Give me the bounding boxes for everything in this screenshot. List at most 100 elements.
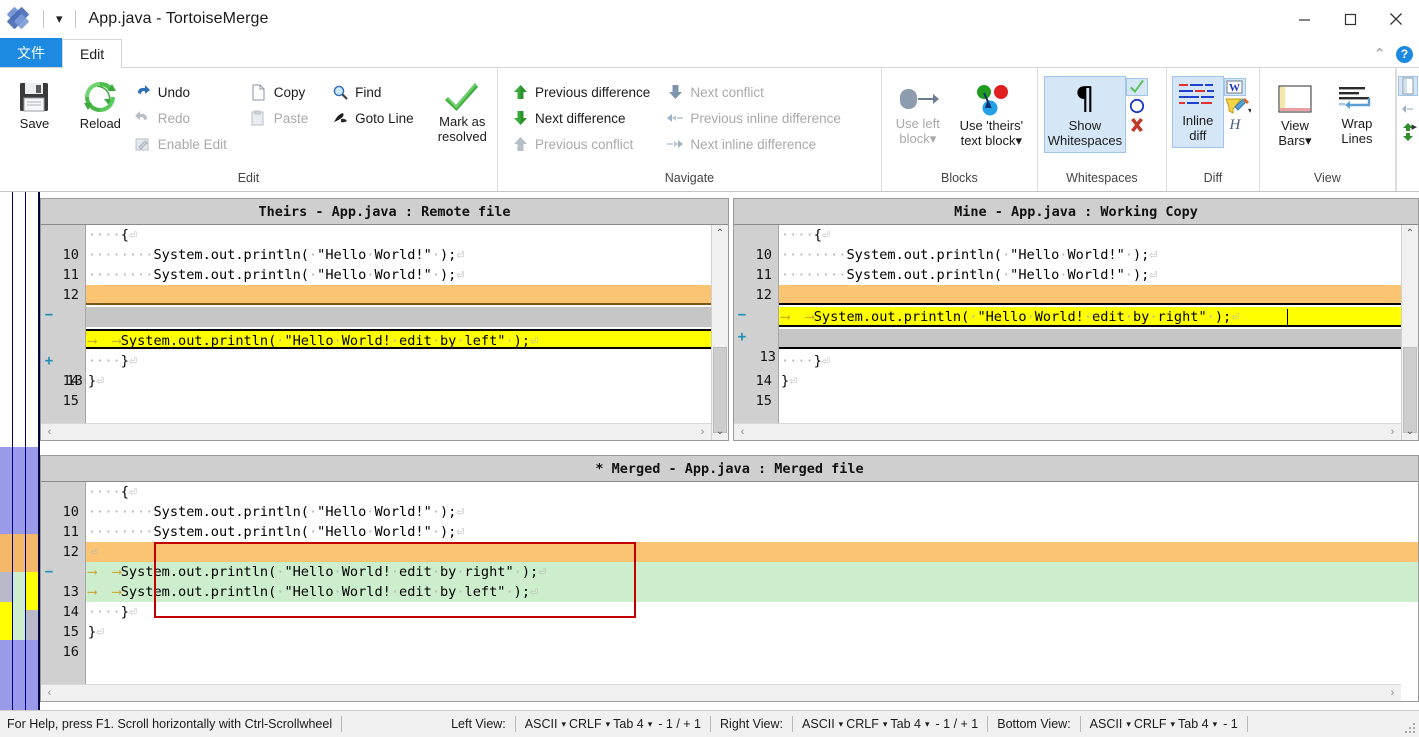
code-line-removed[interactable]: −	[45, 285, 728, 323]
pane-mine-code[interactable]: 10 ····{⏎ 11 ········System.out.println(…	[738, 225, 1418, 440]
vscroll-thumb[interactable]	[713, 347, 727, 433]
left-view-encoding-caret-icon[interactable]: ▾	[561, 719, 566, 730]
scroll-right-icon[interactable]: ›	[1384, 687, 1401, 699]
quick-access-toolbar-caret-icon[interactable]: ▾	[53, 11, 66, 27]
right-view-eol-caret-icon[interactable]: ▾	[883, 719, 888, 730]
save-button[interactable]: Save	[8, 74, 61, 132]
mark-as-resolved-button[interactable]: Mark as resolved	[432, 74, 494, 144]
use-left-block-caret-icon[interactable]: ▾	[930, 131, 937, 146]
enable-edit-button[interactable]: Enable Edit	[129, 131, 232, 157]
code-line[interactable]: 15 }⏎	[63, 371, 728, 409]
pane-mine-vscrollbar[interactable]: ⌃ ⌄	[1401, 225, 1418, 440]
word-diff-icon[interactable]: W	[1223, 78, 1246, 96]
bottom-view-tab[interactable]: Tab 4	[1178, 717, 1209, 731]
code-line[interactable]: 12 ········System.out.println(·"Hello·Wo…	[63, 265, 728, 303]
scroll-left-icon[interactable]: ‹	[734, 426, 751, 438]
code-line-removed[interactable]: − ⏎	[45, 542, 1418, 580]
resize-grip-icon[interactable]	[1403, 721, 1417, 735]
locator-bar-merged[interactable]	[26, 192, 39, 710]
pane-theirs-code[interactable]: 10 ····{⏎ 11 ········System.out.println(…	[45, 225, 728, 440]
pane-theirs-vscrollbar[interactable]: ⌃ ⌄	[711, 225, 728, 440]
code-line[interactable]: 10 ····{⏎	[63, 482, 1418, 520]
code-line-added[interactable]: + 13 ⟶ ⟶System.out.println(·"Hello·World…	[738, 307, 1418, 365]
pane-merged-code[interactable]: 10 ····{⏎ 11 ········System.out.println(…	[45, 482, 1418, 701]
use-left-block-button[interactable]: Use left block▾	[886, 78, 950, 146]
left-view-tab-caret-icon[interactable]: ▾	[648, 719, 653, 730]
code-line[interactable]: 11 ········System.out.println(·"Hello·Wo…	[756, 245, 1418, 283]
code-line[interactable]: 14 ····}⏎	[756, 351, 1418, 389]
green-check-icon[interactable]	[1125, 78, 1148, 96]
close-button[interactable]	[1373, 0, 1419, 38]
collapse-ribbon-icon[interactable]: ⌃	[1373, 45, 1386, 63]
find-button[interactable]: Find	[326, 79, 419, 105]
code-line[interactable]: 10 ····{⏎	[63, 225, 728, 263]
redo-button[interactable]: Redo	[129, 105, 232, 131]
pane-mine-hscrollbar[interactable]: ‹ ›	[734, 423, 1401, 440]
next-conflict-button[interactable]: Next conflict	[661, 79, 846, 105]
code-line-removed[interactable]: −	[738, 285, 1418, 323]
right-view-eol[interactable]: CRLF	[846, 717, 879, 731]
minimize-button[interactable]	[1281, 0, 1327, 38]
code-line[interactable]: 12 ········System.out.println(·"Hello·Wo…	[756, 265, 1418, 303]
bottom-view-encoding-caret-icon[interactable]: ▾	[1126, 719, 1131, 730]
scroll-left-icon[interactable]: ‹	[41, 426, 58, 438]
scroll-left-icon[interactable]: ‹	[41, 687, 58, 699]
view-bars-button[interactable]: View Bars▾	[1264, 78, 1326, 148]
previous-conflict-button[interactable]: Previous conflict	[506, 131, 655, 157]
undo-button[interactable]: Undo	[129, 79, 232, 105]
pane-merged-hscrollbar[interactable]: ‹ ›	[41, 684, 1401, 701]
code-line[interactable]: 15 }⏎	[756, 371, 1418, 409]
locator-bar-left[interactable]	[0, 192, 13, 710]
code-line[interactable]: 16 }⏎	[63, 622, 1418, 660]
red-x-icon[interactable]	[1126, 116, 1148, 134]
right-view-encoding[interactable]: ASCII	[802, 717, 835, 731]
scroll-down-icon[interactable]: ⌄	[712, 423, 728, 440]
code-line[interactable]: 10 ····{⏎	[756, 225, 1418, 263]
previous-inline-difference-button[interactable]: Previous inline difference	[661, 105, 846, 131]
bottom-view-tab-caret-icon[interactable]: ▾	[1213, 719, 1218, 730]
code-line[interactable]: 12 ········System.out.println(·"Hello·Wo…	[63, 522, 1418, 560]
code-line[interactable]: 15 ····}⏎	[63, 602, 1418, 640]
collapsed-view-icon[interactable]	[1397, 76, 1418, 96]
show-whitespaces-button[interactable]: ¶ Show Whitespaces	[1043, 76, 1126, 154]
scroll-up-icon[interactable]: ⌃	[712, 225, 728, 242]
code-line-added[interactable]: 13 ⟶ ⟶System.out.println(·"Hello·World!·…	[63, 562, 1418, 600]
blue-circle-icon[interactable]	[1126, 97, 1148, 115]
right-view-tab-caret-icon[interactable]: ▾	[925, 719, 930, 730]
tab-edit[interactable]: Edit	[62, 39, 123, 68]
ribbon-overflow-arrow-icon[interactable]: ▸	[1411, 120, 1417, 133]
tab-file[interactable]: 文件	[0, 38, 62, 67]
bottom-view-eol[interactable]: CRLF	[1134, 717, 1167, 731]
scroll-down-icon[interactable]: ⌄	[1402, 423, 1418, 440]
bottom-view-encoding[interactable]: ASCII	[1090, 717, 1123, 731]
previous-difference-button[interactable]: Previous difference	[506, 79, 655, 105]
paste-button[interactable]: Paste	[245, 105, 314, 131]
scroll-right-icon[interactable]: ›	[694, 426, 711, 438]
wrap-lines-button[interactable]: Wrap Lines	[1326, 78, 1388, 146]
pane-mine-body[interactable]: 10 ····{⏎ 11 ········System.out.println(…	[734, 225, 1418, 440]
pane-theirs-body[interactable]: 10 ····{⏎ 11 ········System.out.println(…	[41, 225, 728, 440]
maximize-button[interactable]	[1327, 0, 1373, 38]
view-bars-caret-icon[interactable]: ▾	[1305, 133, 1312, 148]
right-view-encoding-caret-icon[interactable]: ▾	[839, 719, 844, 730]
locator-bar-right[interactable]	[13, 192, 26, 710]
copy-button[interactable]: Copy	[245, 79, 314, 105]
highlighter-icon[interactable]: ▾	[1224, 97, 1252, 115]
help-button[interactable]: ?	[1396, 45, 1413, 63]
code-line[interactable]: 14 ····}⏎	[63, 351, 728, 389]
next-inline-difference-button[interactable]: Next inline difference	[661, 131, 846, 157]
code-line-added[interactable]: 14 ⟶ ⟶System.out.println(·"Hello·World!·…	[63, 582, 1418, 620]
use-theirs-text-block-button[interactable]: Use 'theirs' text block▾	[950, 78, 1033, 148]
scroll-right-icon[interactable]: ›	[1384, 426, 1401, 438]
bottom-view-eol-caret-icon[interactable]: ▾	[1171, 719, 1176, 730]
left-view-eol[interactable]: CRLF	[569, 717, 602, 731]
code-line-added[interactable]: + 13 ⟶ ⟶System.out.println(·"Hello·World…	[45, 329, 728, 389]
left-view-eol-caret-icon[interactable]: ▾	[606, 719, 611, 730]
script-h-icon[interactable]: H	[1224, 116, 1246, 134]
right-view-tab[interactable]: Tab 4	[890, 717, 921, 731]
left-view-tab[interactable]: Tab 4	[613, 717, 644, 731]
goto-line-button[interactable]: Goto Line	[326, 105, 419, 131]
vscroll-thumb[interactable]	[1403, 347, 1417, 433]
pane-theirs-hscrollbar[interactable]: ‹ ›	[41, 423, 711, 440]
next-difference-button[interactable]: Next difference	[506, 105, 655, 131]
